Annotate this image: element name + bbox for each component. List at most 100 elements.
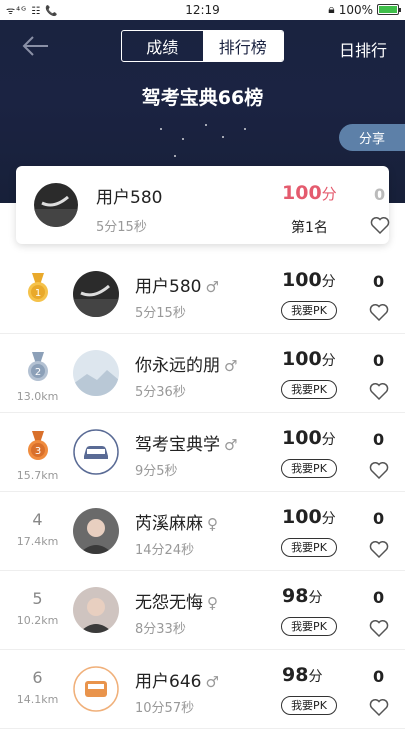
gender-icon: ♂ [205,673,219,691]
avatar [34,183,78,227]
heart-icon[interactable] [369,382,389,400]
user-name: 无怨无悔 ♀ [135,593,218,613]
avatar [73,508,119,554]
status-bar: ᯤ⁴ᴳ ☷ 📞 12:19 🔒︎ 100% [0,0,405,20]
avatar [73,350,119,396]
like-count: 0 [373,351,385,370]
rank-cell: 3 15.7km [0,431,75,482]
back-arrow-icon[interactable] [20,34,50,58]
distance: 15.7km [16,469,59,482]
list-item[interactable]: 1 用户580 ♂ 5分15秒 100分 我要PK 0 [0,255,405,334]
score: 100分 [282,427,336,449]
svg-text:3: 3 [34,446,40,457]
pk-button[interactable]: 我要PK [281,380,337,399]
pk-button[interactable]: 我要PK [281,696,337,715]
avatar [73,429,119,475]
finish-time: 14分24秒 [135,543,195,558]
heart-icon[interactable] [369,303,389,321]
like-count: 0 [373,430,385,449]
score: 100分 [282,269,336,291]
rank-number: 6 [32,668,43,687]
score: 98分 [282,664,323,686]
avatar [73,271,119,317]
heart-icon[interactable] [369,619,389,637]
user-name: 用户580 ♂ [135,277,219,297]
my-rank: 第1名 [291,220,328,236]
leaderboard-list: 1 用户580 ♂ 5分15秒 100分 我要PK 0 2 13.0km 你永远的… [0,255,405,729]
daily-ranking-button[interactable]: 日排行 [339,37,387,61]
my-name: 用户580 [96,188,163,208]
pk-button[interactable]: 我要PK [281,538,337,557]
page-title: 驾考宝典66榜 [141,87,264,109]
tab-score[interactable]: 成绩 [122,31,203,61]
pk-button[interactable]: 我要PK [281,617,337,636]
share-button[interactable]: 分享 [339,124,405,151]
battery-icon [377,4,401,15]
star-decoration [182,138,184,140]
tab-leaderboard[interactable]: 排行榜 [202,31,283,61]
star-decoration [174,155,176,157]
rank-cell: 2 13.0km [0,352,75,403]
pk-button[interactable]: 我要PK [281,301,337,320]
rank-cell: 1 [0,273,75,311]
distance: 13.0km [16,390,59,403]
silver-medal-icon: 2 [27,352,48,381]
heart-icon[interactable] [370,216,390,234]
user-name: 你永远的朋 ♂ [135,356,238,376]
gender-icon: ♂ [224,436,238,454]
status-right: 🔒︎ 100% [328,2,401,17]
distance: 17.4km [16,535,59,548]
list-item[interactable]: 2 13.0km 你永远的朋 ♂ 5分36秒 100分 我要PK 0 [0,334,405,413]
like-count: 0 [373,667,385,686]
like-count: 0 [373,588,385,607]
user-name: 芮溪麻麻 ♀ [135,514,218,534]
star-decoration [205,124,207,126]
rank-cell: 6 14.1km [0,668,75,706]
like-count: 0 [373,272,385,291]
finish-time: 9分5秒 [135,464,178,479]
distance: 14.1km [16,693,59,706]
heart-icon[interactable] [369,540,389,558]
gold-medal-icon: 1 [27,273,48,302]
user-name: 用户646 ♂ [135,672,219,692]
gender-icon: ♂ [205,278,219,296]
my-likes: 0 [374,185,386,204]
score: 100分 [282,506,336,528]
rank-number: 4 [32,510,43,529]
gender-icon: ♀ [207,515,218,533]
heart-icon[interactable] [369,698,389,716]
rank-cell: 5 10.2km [0,589,75,627]
heart-icon[interactable] [369,461,389,479]
avatar [73,666,119,712]
distance: 10.2km [16,614,59,627]
svg-text:1: 1 [34,288,40,299]
tab-switcher: 成绩 排行榜 [121,30,284,62]
score: 100分 [282,348,336,370]
rotation-lock-icon: 🔒︎ [328,2,335,16]
svg-text:2: 2 [34,367,40,378]
rank-cell: 4 17.4km [0,510,75,548]
star-decoration [244,128,246,130]
finish-time: 5分15秒 [135,306,186,321]
my-time: 5分15秒 [96,220,147,235]
gender-icon: ♂ [224,357,238,375]
finish-time: 10分57秒 [135,701,195,716]
star-decoration [160,128,162,130]
finish-time: 5分36秒 [135,385,186,400]
avatar [73,587,119,633]
pk-button[interactable]: 我要PK [281,459,337,478]
list-item[interactable]: 6 14.1km 用户646 ♂ 10分57秒 98分 我要PK 0 [0,650,405,729]
list-item[interactable]: 3 15.7km 驾考宝典学 ♂ 9分5秒 100分 我要PK 0 [0,413,405,492]
my-score: 100分 [282,182,337,204]
like-count: 0 [373,509,385,528]
score: 98分 [282,585,323,607]
gender-icon: ♀ [207,594,218,612]
rank-number: 5 [32,589,43,608]
user-name: 驾考宝典学 ♂ [135,435,238,455]
list-item[interactable]: 5 10.2km 无怨无悔 ♀ 8分33秒 98分 我要PK 0 [0,571,405,650]
list-item[interactable]: 4 17.4km 芮溪麻麻 ♀ 14分24秒 100分 我要PK 0 [0,492,405,571]
star-decoration [222,136,224,138]
my-rank-card[interactable]: 用户580 5分15秒 100分 第1名 0 [16,166,390,244]
bronze-medal-icon: 3 [27,431,48,460]
finish-time: 8分33秒 [135,622,186,637]
